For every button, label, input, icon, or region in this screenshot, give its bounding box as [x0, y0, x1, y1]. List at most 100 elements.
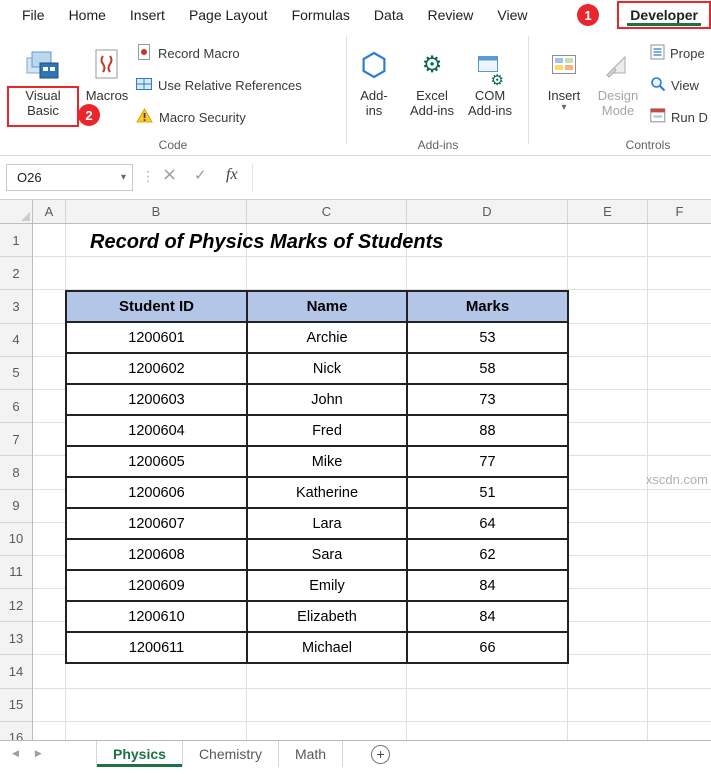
column-header[interactable]: D — [407, 200, 568, 223]
enter-button[interactable]: ✓ — [194, 166, 207, 184]
sheet-tab[interactable]: Math — [278, 741, 344, 767]
insert-function-button[interactable]: fx — [226, 166, 238, 184]
column-header[interactable]: F — [648, 200, 711, 223]
cancel-button[interactable]: × — [162, 164, 177, 185]
cell-marks[interactable]: 53 — [406, 321, 569, 354]
cell-name[interactable]: Elizabeth — [246, 600, 408, 633]
table-header-cell[interactable]: Name — [246, 290, 408, 323]
cell-name[interactable]: Katherine — [246, 476, 408, 509]
name-box-value: O26 — [17, 170, 42, 185]
ribbon-tab[interactable]: Data — [362, 2, 416, 28]
row-header[interactable]: 7 — [0, 423, 32, 457]
row-header[interactable]: 3 — [0, 290, 32, 324]
cell-name[interactable]: Nick — [246, 352, 408, 385]
cell-student-id[interactable]: 1200601 — [65, 321, 248, 354]
row-header[interactable]: 5 — [0, 357, 32, 390]
ribbon-tab[interactable]: File — [10, 2, 57, 28]
cell-marks[interactable]: 84 — [406, 569, 569, 602]
cell-name[interactable]: Michael — [246, 631, 408, 664]
grid-row — [33, 722, 711, 740]
run-dialog-button[interactable]: Run D — [650, 106, 708, 128]
record-macro-button[interactable]: Record Macro — [136, 40, 240, 66]
formula-bar-separator — [252, 164, 253, 192]
cell-student-id[interactable]: 1200604 — [65, 414, 248, 447]
cell-student-id[interactable]: 1200605 — [65, 445, 248, 478]
formula-input[interactable] — [256, 162, 709, 193]
ribbon-tab[interactable]: Page Layout — [177, 2, 280, 28]
row-header[interactable]: 2 — [0, 257, 32, 291]
cell-student-id[interactable]: 1200603 — [65, 383, 248, 416]
view-code-button[interactable]: View — [650, 74, 699, 96]
column-header[interactable]: B — [66, 200, 247, 223]
column-header[interactable]: A — [33, 200, 66, 223]
cell-marks[interactable]: 88 — [406, 414, 569, 447]
cell-marks[interactable]: 73 — [406, 383, 569, 416]
ribbon-tab[interactable]: Developer — [617, 1, 711, 29]
cell-marks[interactable]: 58 — [406, 352, 569, 385]
properties-button[interactable]: Prope — [650, 42, 705, 64]
cell-marks[interactable]: 66 — [406, 631, 569, 664]
cell-name[interactable]: Fred — [246, 414, 408, 447]
cell-marks[interactable]: 77 — [406, 445, 569, 478]
com-add-ins-button[interactable]: ⚙ COM Add-ins — [462, 36, 518, 148]
row-header[interactable]: 12 — [0, 589, 32, 623]
row-header[interactable]: 8 — [0, 456, 32, 490]
macros-button[interactable]: Macros — [84, 36, 130, 148]
excel-add-ins-button[interactable]: ⚙ Excel Add-ins — [404, 36, 460, 148]
row-header[interactable]: 11 — [0, 556, 32, 590]
ribbon-tab[interactable]: View — [485, 2, 539, 28]
add-ins-button[interactable]: Add-ins — [352, 36, 396, 148]
cell-marks[interactable]: 62 — [406, 538, 569, 571]
row-header[interactable]: 9 — [0, 490, 32, 523]
table-row: 1200610 Elizabeth 84 — [65, 600, 569, 633]
row-header[interactable]: 16 — [0, 722, 32, 740]
cell-name[interactable]: John — [246, 383, 408, 416]
cell-marks[interactable]: 51 — [406, 476, 569, 509]
formula-bar-drag-handle[interactable]: ⋮ — [141, 169, 155, 185]
cell-grid[interactable]: Record of Physics Marks of Students Stud… — [33, 224, 711, 740]
cell-name[interactable]: Emily — [246, 569, 408, 602]
table-header-cell[interactable]: Student ID — [65, 290, 248, 323]
ribbon-tab[interactable]: Formulas — [280, 2, 362, 28]
table-header-cell[interactable]: Marks — [406, 290, 569, 323]
new-sheet-button[interactable]: + — [371, 744, 391, 764]
cell-student-id[interactable]: 1200606 — [65, 476, 248, 509]
cell-student-id[interactable]: 1200602 — [65, 352, 248, 385]
column-header[interactable]: E — [568, 200, 648, 223]
cell-student-id[interactable]: 1200610 — [65, 600, 248, 633]
use-relative-references-button[interactable]: Use Relative References — [136, 72, 302, 98]
insert-control-button[interactable]: Insert ▾ — [540, 36, 588, 148]
row-header[interactable]: 10 — [0, 523, 32, 556]
row-header[interactable]: 6 — [0, 390, 32, 424]
sheet-tab[interactable]: Physics — [97, 741, 183, 767]
cell-name[interactable]: Mike — [246, 445, 408, 478]
ribbon-tab[interactable]: Review — [416, 2, 486, 28]
ribbon-tab[interactable]: Home — [57, 2, 118, 28]
sheet-tab[interactable]: Chemistry — [182, 741, 279, 767]
row-header[interactable]: 15 — [0, 689, 32, 722]
chevron-down-icon[interactable]: ▾ — [121, 172, 126, 183]
cell-name[interactable]: Archie — [246, 321, 408, 354]
cell-marks[interactable]: 64 — [406, 507, 569, 540]
cell-student-id[interactable]: 1200609 — [65, 569, 248, 602]
cell-marks[interactable]: 84 — [406, 600, 569, 633]
cell-student-id[interactable]: 1200608 — [65, 538, 248, 571]
select-all-corner[interactable] — [0, 200, 33, 224]
addins-group-label: Add-ins — [417, 138, 459, 152]
design-mode-button[interactable]: Design Mode — [592, 36, 644, 148]
column-header[interactable]: C — [247, 200, 407, 223]
tab-scroll-right-icon[interactable]: ▶ — [35, 749, 42, 759]
tab-scroll-left-icon[interactable]: ◀ — [12, 749, 19, 759]
row-header[interactable]: 13 — [0, 622, 32, 656]
macro-security-button[interactable]: Macro Security — [136, 104, 246, 130]
cell-student-id[interactable]: 1200611 — [65, 631, 248, 664]
add-ins-label: Add-ins — [360, 88, 388, 118]
row-header[interactable]: 4 — [0, 324, 32, 357]
row-header[interactable]: 14 — [0, 655, 32, 689]
name-box[interactable]: O26 ▾ — [6, 164, 133, 191]
cell-name[interactable]: Sara — [246, 538, 408, 571]
cell-name[interactable]: Lara — [246, 507, 408, 540]
cell-student-id[interactable]: 1200607 — [65, 507, 248, 540]
ribbon-tab[interactable]: Insert — [118, 2, 177, 28]
row-header[interactable]: 1 — [0, 224, 32, 258]
